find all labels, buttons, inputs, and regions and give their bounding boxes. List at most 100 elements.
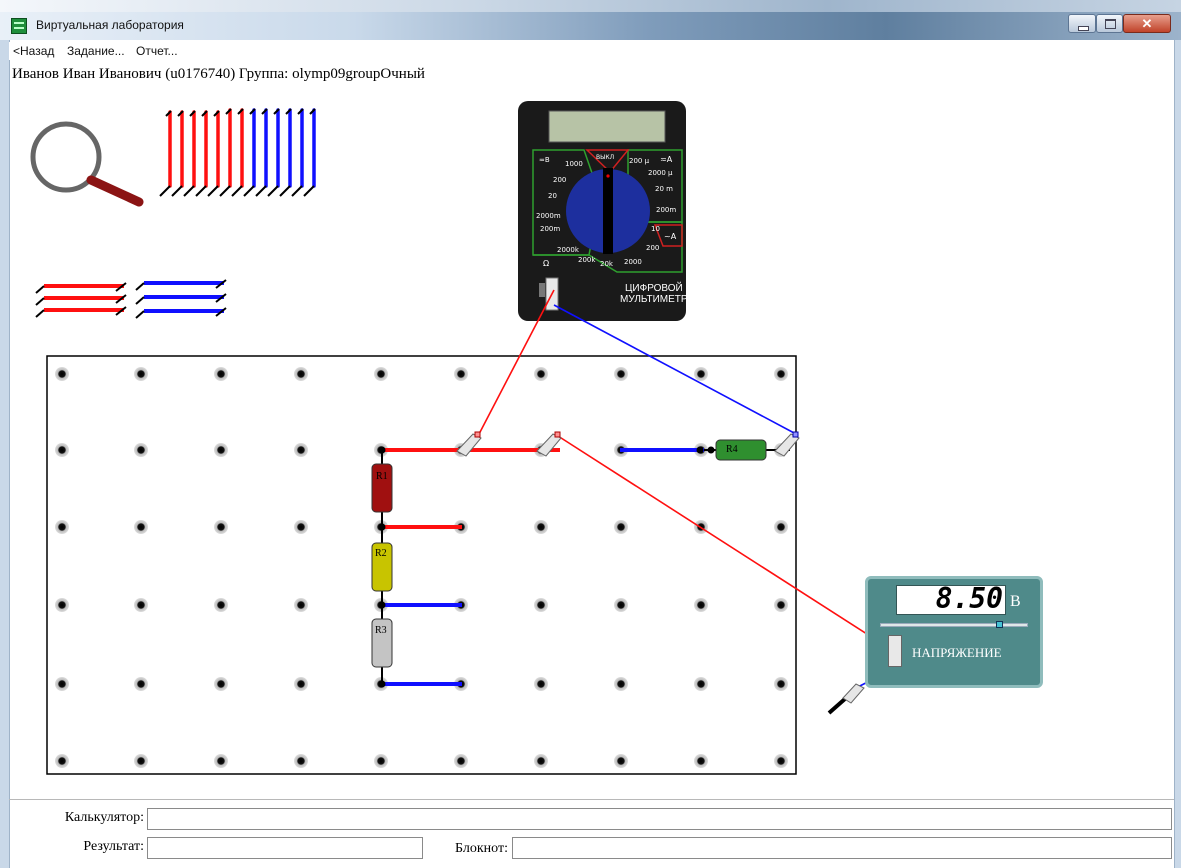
breadboard-peg[interactable] [454, 367, 468, 381]
breadboard-peg[interactable] [55, 443, 69, 457]
breadboard-peg[interactable] [294, 443, 308, 457]
minimize-button[interactable] [1068, 14, 1096, 33]
horizontal-wire-bundle-red[interactable] [35, 282, 127, 318]
multimeter-display [548, 110, 666, 143]
menu-back[interactable]: <Назад [13, 44, 54, 58]
breadboard-peg[interactable] [454, 754, 468, 768]
breadboard-peg[interactable] [774, 367, 788, 381]
breadboard-peg[interactable] [614, 677, 628, 691]
probe-plug-1[interactable] [456, 431, 482, 457]
lab-workspace: ВЫКЛ ≂В 1000 200 20 2000m 200m 200 µ ≂А … [30, 101, 896, 775]
probe-plug-3[interactable] [774, 431, 800, 457]
breadboard-peg[interactable] [614, 367, 628, 381]
breadboard-peg[interactable] [534, 598, 548, 612]
resistor-r1-label: R1 [376, 471, 388, 482]
breadboard-peg[interactable] [374, 677, 388, 691]
junction-dots [378, 446, 715, 688]
resistor-r4[interactable]: R4 [715, 439, 767, 461]
breadboard-peg[interactable] [374, 598, 388, 612]
window-right-border [1174, 40, 1181, 868]
breadboard-peg[interactable] [294, 598, 308, 612]
maximize-button[interactable] [1096, 14, 1123, 33]
breadboard-peg[interactable] [774, 754, 788, 768]
breadboard-peg[interactable] [534, 367, 548, 381]
breadboard-peg[interactable] [134, 677, 148, 691]
resistor-r1[interactable]: R1 [371, 463, 393, 513]
horizontal-wire-bundle-blue[interactable] [135, 279, 227, 319]
breadboard-peg[interactable] [614, 598, 628, 612]
breadboard-peg[interactable] [134, 520, 148, 534]
dial-label-200m-v: 200m [540, 225, 560, 233]
breadboard-peg[interactable] [294, 754, 308, 768]
menu-task[interactable]: Задание... [67, 44, 125, 58]
magnifier-icon[interactable] [30, 121, 144, 207]
voltmeter[interactable]: 8.50 В НАПРЯЖЕНИЕ [865, 576, 1043, 688]
breadboard-peg[interactable] [134, 754, 148, 768]
voltmeter-probe-socket[interactable] [888, 635, 902, 667]
breadboard-peg[interactable] [55, 520, 69, 534]
breadboard-peg[interactable] [55, 367, 69, 381]
loose-probe[interactable] [842, 683, 865, 704]
breadboard-peg[interactable] [214, 754, 228, 768]
breadboard-peg[interactable] [774, 520, 788, 534]
notepad-input[interactable] [512, 837, 1172, 859]
breadboard-peg[interactable] [374, 443, 388, 457]
resistor-r3[interactable]: R3 [371, 618, 393, 668]
breadboard-peg[interactable] [214, 677, 228, 691]
breadboard-peg[interactable] [614, 443, 628, 457]
breadboard-peg[interactable] [774, 677, 788, 691]
breadboard-peg[interactable] [534, 520, 548, 534]
breadboard-peg[interactable] [55, 598, 69, 612]
dial-label-dca: ≂А [660, 155, 673, 164]
breadboard-peg[interactable] [694, 443, 708, 457]
notepad-label: Блокнот: [455, 841, 508, 856]
dial-label-acv: ~А [664, 232, 677, 241]
breadboard-peg[interactable] [694, 598, 708, 612]
dial-label-ac200: 200 [646, 244, 659, 252]
resistor-r2[interactable]: R2 [371, 542, 393, 592]
breadboard-peg[interactable] [774, 598, 788, 612]
breadboard-peg[interactable] [694, 520, 708, 534]
result-input[interactable] [147, 837, 423, 859]
breadboard-peg[interactable] [55, 677, 69, 691]
breadboard-peg[interactable] [454, 598, 468, 612]
resistor-r3-label: R3 [375, 625, 387, 636]
breadboard-peg[interactable] [214, 443, 228, 457]
result-label: Результат: [83, 839, 144, 854]
dial-label-200: 200 [553, 176, 566, 184]
breadboard-peg[interactable] [214, 598, 228, 612]
breadboard-peg[interactable] [134, 598, 148, 612]
breadboard-peg[interactable] [374, 367, 388, 381]
breadboard-peg[interactable] [454, 677, 468, 691]
top-decoration-strip [0, 0, 1181, 12]
breadboard-peg[interactable] [55, 754, 69, 768]
breadboard-peg[interactable] [614, 754, 628, 768]
dial-label-20: 20 [548, 192, 557, 200]
breadboard-peg[interactable] [294, 677, 308, 691]
breadboard-peg[interactable] [374, 754, 388, 768]
breadboard-peg[interactable] [214, 520, 228, 534]
breadboard-peg[interactable] [214, 367, 228, 381]
breadboard-peg[interactable] [534, 677, 548, 691]
breadboard-peg[interactable] [694, 754, 708, 768]
breadboard-peg[interactable] [374, 520, 388, 534]
breadboard-peg[interactable] [134, 367, 148, 381]
vertical-wire-bundle[interactable] [159, 108, 316, 197]
breadboard-peg[interactable] [534, 754, 548, 768]
voltmeter-slider-track[interactable] [880, 621, 1028, 628]
menu-report[interactable]: Отчет... [136, 44, 178, 58]
digital-multimeter[interactable]: ВЫКЛ ≂В 1000 200 20 2000m 200m 200 µ ≂А … [518, 101, 688, 321]
breadboard-peg[interactable] [454, 520, 468, 534]
multimeter-probe-plug[interactable] [545, 277, 559, 311]
probe-plug-2[interactable] [536, 431, 562, 457]
voltmeter-slider-thumb[interactable] [996, 621, 1003, 628]
breadboard-peg[interactable] [134, 443, 148, 457]
breadboard-peg[interactable] [614, 520, 628, 534]
calculator-input[interactable] [147, 808, 1172, 830]
resistor-r4-label: R4 [726, 444, 738, 455]
breadboard-peg[interactable] [294, 520, 308, 534]
breadboard-peg[interactable] [294, 367, 308, 381]
breadboard-peg[interactable] [694, 367, 708, 381]
breadboard-peg[interactable] [694, 677, 708, 691]
close-button[interactable]: ✕ [1123, 14, 1171, 33]
